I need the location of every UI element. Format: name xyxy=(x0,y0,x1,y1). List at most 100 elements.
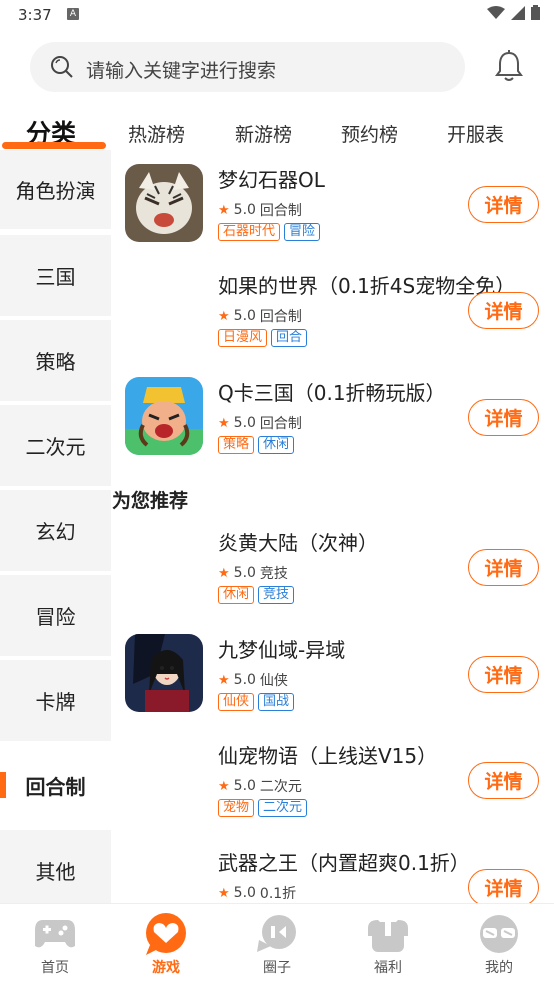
game-tags: 日漫风 回合 xyxy=(218,329,308,347)
game-row[interactable]: Q卡三国（0.1折畅玩版） ★ 5.0 回合制 策略 休闲 详情 xyxy=(111,377,554,481)
nav-games[interactable]: 游戏 xyxy=(126,913,206,977)
nav-welfare[interactable]: 福利 xyxy=(348,914,428,977)
gift-icon xyxy=(366,914,410,954)
game-title: 如果的世界（0.1折4S宠物全免） xyxy=(218,274,516,298)
search-input[interactable]: 请输入关键字进行搜索 xyxy=(30,42,465,92)
game-icon-placeholder xyxy=(125,527,203,605)
game-tag: 策略 xyxy=(218,436,255,454)
game-rating: 5.0 xyxy=(233,202,256,218)
game-row[interactable]: 梦幻石器OL ★ 5.0 回合制 石器时代 冒险 详情 xyxy=(111,164,554,268)
game-icon-fairy xyxy=(125,634,203,712)
game-category: 仙侠 xyxy=(259,673,288,689)
game-icon-placeholder xyxy=(125,740,203,818)
game-tag: 仙侠 xyxy=(218,693,255,711)
status-time: 3:37 xyxy=(18,6,52,24)
wifi-icon xyxy=(487,5,505,19)
nav-mine[interactable]: 我的 xyxy=(459,914,539,977)
game-meta: ★ 5.0 0.1折 xyxy=(218,883,296,903)
chat-bubble-icon xyxy=(255,914,299,954)
game-category: 回合制 xyxy=(259,416,302,432)
sidebar-item-label: 角色扮演 xyxy=(15,179,96,203)
sidebar-item-three-kingdoms[interactable]: 三国 xyxy=(0,235,111,316)
game-row[interactable]: 炎黄大陆（次神） ★ 5.0 竞技 休闲 竞技 详情 xyxy=(111,527,554,631)
sidebar-item-other[interactable]: 其他 xyxy=(0,830,111,911)
game-category: 回合制 xyxy=(259,309,302,325)
tab-reserve[interactable]: 预约榜 xyxy=(341,120,398,147)
game-tag: 冒险 xyxy=(284,223,321,241)
detail-button[interactable]: 详情 xyxy=(468,869,539,903)
game-row[interactable]: 如果的世界（0.1折4S宠物全免） ★ 5.0 回合制 日漫风 回合 详情 xyxy=(111,270,554,374)
nav-home[interactable]: 首页 xyxy=(15,914,95,977)
bell-icon[interactable] xyxy=(494,50,524,82)
detail-button[interactable]: 详情 xyxy=(468,292,539,329)
game-title: 仙宠物语（上线送V15） xyxy=(218,744,438,768)
tab-new[interactable]: 新游榜 xyxy=(235,120,292,147)
sidebar-item-fantasy[interactable]: 玄幻 xyxy=(0,490,111,571)
signal-icon xyxy=(511,5,525,20)
game-title: 梦幻石器OL xyxy=(218,168,325,192)
gamepad-icon xyxy=(33,914,77,954)
status-indicators xyxy=(487,5,540,20)
heart-chat-icon xyxy=(144,913,188,955)
sidebar-item-role-play[interactable]: 角色扮演 xyxy=(0,150,111,229)
game-row[interactable]: 仙宠物语（上线送V15） ★ 5.0 二次元 宠物 二次元 详情 xyxy=(111,740,554,844)
game-meta: ★ 5.0 回合制 xyxy=(218,200,302,220)
sidebar-item-label: 卡牌 xyxy=(35,690,76,714)
game-tags: 休闲 竞技 xyxy=(218,586,295,604)
game-rating: 5.0 xyxy=(233,308,256,324)
active-indicator xyxy=(0,772,6,798)
detail-button[interactable]: 详情 xyxy=(468,656,539,693)
game-category: 0.1折 xyxy=(259,886,297,902)
sidebar-item-strategy[interactable]: 策略 xyxy=(0,320,111,401)
sidebar-item-turn-based[interactable]: 回合制 xyxy=(0,745,111,826)
sidebar-item-card[interactable]: 卡牌 xyxy=(0,660,111,741)
game-rating: 5.0 xyxy=(233,565,256,581)
nav-label: 我的 xyxy=(485,960,513,976)
sidebar-item-label: 其他 xyxy=(35,860,76,884)
game-tags: 策略 休闲 xyxy=(218,436,295,454)
sidebar-item-label: 策略 xyxy=(35,350,76,374)
game-title: Q卡三国（0.1折畅玩版） xyxy=(218,381,446,405)
detail-button[interactable]: 详情 xyxy=(468,399,539,436)
star-icon: ★ xyxy=(218,308,230,324)
status-bar: 3:37 A xyxy=(0,0,554,30)
game-rating: 5.0 xyxy=(233,415,256,431)
sidebar-item-anime[interactable]: 二次元 xyxy=(0,405,111,486)
game-rating: 5.0 xyxy=(233,778,256,794)
game-tag: 二次元 xyxy=(258,799,308,817)
detail-button[interactable]: 详情 xyxy=(468,762,539,799)
detail-button[interactable]: 详情 xyxy=(468,186,539,223)
game-category: 竞技 xyxy=(259,566,288,582)
game-row[interactable]: 九梦仙域-异域 ★ 5.0 仙侠 仙侠 国战 详情 xyxy=(111,634,554,738)
game-meta: ★ 5.0 回合制 xyxy=(218,306,302,326)
game-category: 二次元 xyxy=(259,779,302,795)
detail-button[interactable]: 详情 xyxy=(468,549,539,586)
game-tag: 回合 xyxy=(271,329,308,347)
game-category: 回合制 xyxy=(259,203,302,219)
star-icon: ★ xyxy=(218,672,230,688)
sidebar-item-label: 二次元 xyxy=(25,435,86,459)
nav-label: 首页 xyxy=(41,960,69,976)
sidebar-item-label: 玄幻 xyxy=(35,520,76,544)
game-tags: 石器时代 冒险 xyxy=(218,223,321,241)
game-tag: 竞技 xyxy=(258,586,295,604)
game-title: 炎黄大陆（次神） xyxy=(218,531,378,555)
game-row[interactable]: 武器之王（内置超爽0.1折） ★ 5.0 0.1折 详情 xyxy=(111,847,554,903)
tab-server[interactable]: 开服表 xyxy=(447,120,504,147)
nav-label: 游戏 xyxy=(152,960,180,976)
game-meta: ★ 5.0 二次元 xyxy=(218,776,302,796)
game-icon-tiger xyxy=(125,164,203,242)
battery-icon xyxy=(531,5,540,20)
nav-circle[interactable]: 圈子 xyxy=(237,914,317,977)
sidebar-item-label: 三国 xyxy=(35,265,76,289)
game-icon-placeholder xyxy=(125,847,203,903)
nav-label: 圈子 xyxy=(263,960,291,976)
sidebar: 角色扮演 三国 策略 二次元 玄幻 冒险 卡牌 回合制 其他 xyxy=(0,150,111,911)
game-rating: 5.0 xyxy=(233,672,256,688)
bottom-nav: 首页 游戏 圈子 福利 我的 xyxy=(0,903,554,984)
sidebar-item-adventure[interactable]: 冒险 xyxy=(0,575,111,656)
tab-hot[interactable]: 热游榜 xyxy=(128,120,185,147)
sunglasses-icon xyxy=(477,914,521,954)
game-tags: 宠物 二次元 xyxy=(218,799,308,817)
star-icon: ★ xyxy=(218,565,230,581)
